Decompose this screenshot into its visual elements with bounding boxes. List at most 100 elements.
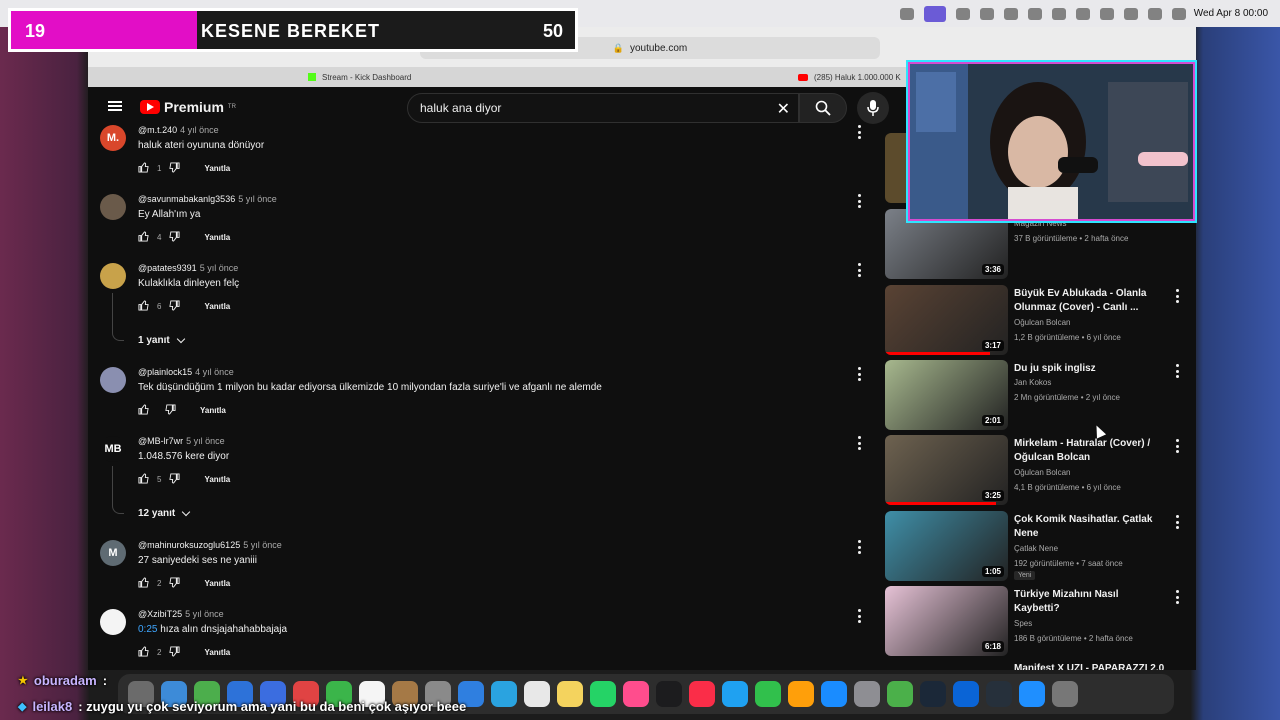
avatar[interactable]: M. xyxy=(100,125,126,151)
kebab-menu-icon[interactable] xyxy=(1174,515,1180,529)
hamburger-menu-icon[interactable] xyxy=(108,101,122,111)
video-thumbnail[interactable]: 3:17 xyxy=(885,285,1008,355)
dock-app-icon[interactable] xyxy=(1052,681,1078,707)
thumbs-down-icon[interactable] xyxy=(169,473,180,486)
grid-icon[interactable] xyxy=(980,8,994,20)
related-video-item[interactable]: 3:25 Mirkelam - Hatıralar (Cover) / Oğulc… xyxy=(885,435,1195,505)
dock-app-icon[interactable] xyxy=(953,681,979,707)
video-title[interactable]: Türkiye Mizahını Nasıl Kaybetti? xyxy=(1014,588,1164,616)
kebab-menu-icon[interactable] xyxy=(856,125,862,139)
comment-time[interactable]: 4 yıl önce xyxy=(195,367,234,377)
kebab-menu-icon[interactable] xyxy=(1174,439,1180,453)
video-channel[interactable]: Jan Kokos xyxy=(1014,378,1051,387)
kebab-menu-icon[interactable] xyxy=(856,367,862,381)
dock-app-icon[interactable] xyxy=(689,681,715,707)
status-icon[interactable] xyxy=(1004,8,1018,20)
play-icon[interactable] xyxy=(1076,8,1090,20)
video-title[interactable]: Manifest X UZI - PAPARAZZI 2.0 xyxy=(1014,663,1164,670)
kebab-menu-icon[interactable] xyxy=(1174,590,1180,604)
status-icon[interactable] xyxy=(956,8,970,20)
kebab-menu-icon[interactable] xyxy=(856,263,862,277)
dock-app-icon[interactable] xyxy=(821,681,847,707)
dock-app-icon[interactable] xyxy=(491,681,517,707)
avatar[interactable] xyxy=(100,609,126,635)
dock-app-icon[interactable] xyxy=(524,681,550,707)
video-thumbnail[interactable]: 3:25 xyxy=(885,435,1008,505)
thumbs-down-icon[interactable] xyxy=(169,577,180,590)
kebab-menu-icon[interactable] xyxy=(856,609,862,623)
search-input[interactable]: haluk ana diyor ✕ xyxy=(407,93,799,123)
dock-app-icon[interactable] xyxy=(590,681,616,707)
comment-author[interactable]: @XzibiT25 xyxy=(138,609,182,619)
dock-app-icon[interactable] xyxy=(920,681,946,707)
thumbs-down-icon[interactable] xyxy=(169,300,180,313)
dock-app-icon[interactable] xyxy=(854,681,880,707)
comment-time[interactable]: 5 yıl önce xyxy=(186,436,225,446)
view-replies-button[interactable]: 1 yanıt xyxy=(138,334,185,346)
avatar[interactable]: M xyxy=(100,540,126,566)
thumbs-up-icon[interactable] xyxy=(138,473,149,486)
kebab-menu-icon[interactable] xyxy=(856,436,862,450)
comment-time[interactable]: 5 yıl önce xyxy=(243,540,282,550)
kebab-menu-icon[interactable] xyxy=(856,540,862,554)
cloud-icon[interactable] xyxy=(1028,8,1042,20)
avatar[interactable] xyxy=(100,194,126,220)
comment-author[interactable]: @mahinuroksuzoglu6125 xyxy=(138,540,240,550)
dock-app-icon[interactable] xyxy=(722,681,748,707)
reply-button[interactable]: Yanıtla xyxy=(204,475,230,484)
kebab-menu-icon[interactable] xyxy=(1174,289,1180,303)
comment-time[interactable]: 5 yıl önce xyxy=(185,609,224,619)
dock-app-icon[interactable] xyxy=(656,681,682,707)
thumbs-up-icon[interactable] xyxy=(138,646,149,659)
video-channel[interactable]: Oğulcan Bolcan xyxy=(1014,468,1070,477)
comment-author[interactable]: @plainlock15 xyxy=(138,367,192,377)
related-video-item[interactable]: 2:01 Du ju spik inglisz Jan Kokos 2 Mn görü… xyxy=(885,360,1195,430)
dock-app-icon[interactable] xyxy=(887,681,913,707)
thumbs-down-icon[interactable] xyxy=(169,231,180,244)
video-thumbnail[interactable]: 2:01 xyxy=(885,360,1008,430)
video-channel[interactable]: Oğulcan Bolcan xyxy=(1014,318,1070,327)
video-thumbnail[interactable]: 6:18 xyxy=(885,586,1008,656)
youtube-premium-logo[interactable]: Premium TR xyxy=(140,99,236,115)
kebab-menu-icon[interactable] xyxy=(1174,364,1180,378)
thumbs-up-icon[interactable] xyxy=(138,404,149,417)
battery-icon[interactable] xyxy=(1100,8,1114,20)
thumbs-up-icon[interactable] xyxy=(138,231,149,244)
kebab-menu-icon[interactable] xyxy=(856,194,862,208)
search-icon[interactable] xyxy=(1148,8,1162,20)
related-video-item[interactable]: 3:17 Büyük Ev Ablukada - Olanla Olunmaz (… xyxy=(885,285,1195,355)
dock-app-icon[interactable] xyxy=(1019,681,1045,707)
comment-author[interactable]: @savunmabakanlg3536 xyxy=(138,194,235,204)
reply-button[interactable]: Yanıtla xyxy=(204,648,230,657)
comment-author[interactable]: @MB-lr7wr xyxy=(138,436,183,446)
related-video-item[interactable]: 6:18 Türkiye Mizahını Nasıl Kaybetti? Spes… xyxy=(885,586,1195,656)
menubar-clock[interactable]: Wed Apr 8 00:00 xyxy=(1194,8,1268,19)
kick-status-icon[interactable] xyxy=(924,6,946,22)
avatar[interactable] xyxy=(100,263,126,289)
reply-button[interactable]: Yanıtla xyxy=(204,233,230,242)
video-title[interactable]: Çok Komik Nasihatlar. Çatlak Nene xyxy=(1014,513,1164,541)
video-title[interactable]: Du ju spik inglisz xyxy=(1014,362,1164,376)
comment-author[interactable]: @m.t.240 xyxy=(138,125,177,135)
avatar[interactable] xyxy=(100,367,126,393)
reply-button[interactable]: Yanıtla xyxy=(200,406,226,415)
control-center-icon[interactable] xyxy=(1172,8,1186,20)
thumbs-down-icon[interactable] xyxy=(165,404,176,417)
video-thumbnail[interactable]: 1:05 xyxy=(885,511,1008,581)
thumbs-up-icon[interactable] xyxy=(138,577,149,590)
related-video-item[interactable]: 1:05 Çok Komik Nasihatlar. Çatlak Nene Çat… xyxy=(885,511,1195,581)
reply-button[interactable]: Yanıtla xyxy=(204,579,230,588)
dock-app-icon[interactable] xyxy=(755,681,781,707)
comment-author[interactable]: @patates9391 xyxy=(138,263,197,273)
status-icon[interactable] xyxy=(1052,8,1066,20)
view-replies-button[interactable]: 12 yanıt xyxy=(138,507,191,519)
comment-time[interactable]: 5 yıl önce xyxy=(238,194,277,204)
video-channel[interactable]: Spes xyxy=(1014,619,1032,628)
comment-time[interactable]: 4 yıl önce xyxy=(180,125,219,135)
video-title[interactable]: Büyük Ev Ablukada - Olanla Olunmaz (Cove… xyxy=(1014,287,1164,315)
dock-app-icon[interactable] xyxy=(986,681,1012,707)
comment-time[interactable]: 5 yıl önce xyxy=(200,263,239,273)
search-button[interactable] xyxy=(799,93,847,123)
wifi-icon[interactable] xyxy=(1124,8,1138,20)
video-channel[interactable]: Çatlak Nene xyxy=(1014,544,1058,553)
